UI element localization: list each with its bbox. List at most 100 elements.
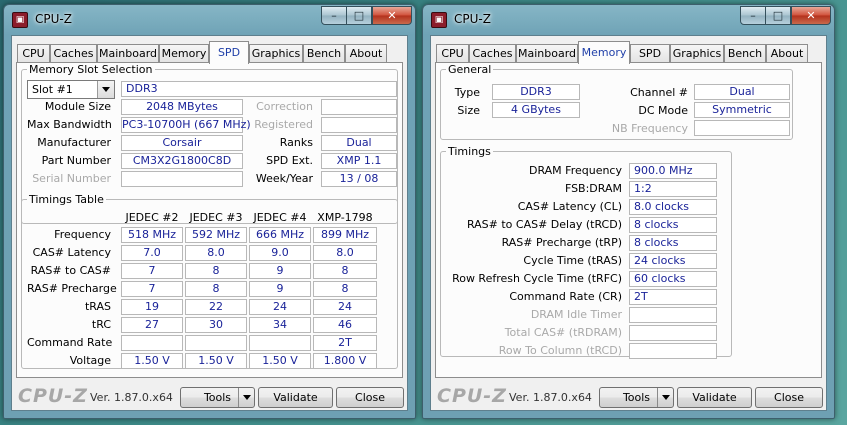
footer-bar: CPU-Z Ver. 1.87.0.x64 Tools Validate Clo… <box>12 382 409 412</box>
dc-mode-field: Symmetric <box>694 102 790 118</box>
group-title: General <box>448 63 492 76</box>
timing-value <box>629 307 717 323</box>
column-header: JEDEC #2 <box>125 211 179 224</box>
manufacturer-field: Corsair <box>121 135 243 151</box>
window-title: CPU-Z <box>454 12 491 26</box>
part-number-label: Part Number <box>41 154 111 167</box>
cpuz-icon[interactable]: ▣ <box>431 12 447 28</box>
part-number-field: CM3X2G1800C8D <box>121 153 243 169</box>
max-bandwidth-field: PC3-10700H (667 MHz) <box>121 117 251 133</box>
channel-field: Dual <box>694 84 790 100</box>
spd-panel: Memory Slot Selection Slot #1 DDR3 Modul… <box>16 62 403 378</box>
timing-value: 900.0 MHz <box>629 163 717 179</box>
tab-memory[interactable]: Memory <box>578 41 630 64</box>
timing-cell: 22 <box>185 299 247 315</box>
group-title: Timings Table <box>29 193 104 206</box>
timing-row-label: CAS# Latency <box>32 246 111 259</box>
version-label: Ver. 1.87.0.x64 <box>509 391 592 404</box>
timing-cell: 8 <box>313 281 377 297</box>
timing-row-label: RAS# Precharge <box>27 282 117 295</box>
timing-cell: 7.0 <box>121 245 183 261</box>
validate-button[interactable]: Validate <box>258 387 333 408</box>
tab-caches[interactable]: Caches <box>469 44 516 63</box>
close-window-button[interactable]: ✕ <box>791 6 831 25</box>
tab-spd[interactable]: SPD <box>209 41 249 64</box>
minimize-button[interactable]: – <box>740 6 766 25</box>
memory-panel: General Type DDR3 Channel # Dual Size 4 … <box>435 62 822 378</box>
timing-cell: 24 <box>249 299 311 315</box>
timing-label: Row Refresh Cycle Time (tRFC) <box>452 272 622 285</box>
size-field: 4 GBytes <box>492 102 580 118</box>
module-size-field: 2048 MBytes <box>121 99 243 115</box>
type-field: DDR3 <box>492 84 580 100</box>
timing-label: DRAM Frequency <box>528 164 622 177</box>
chevron-down-icon[interactable] <box>238 388 254 407</box>
title-bar[interactable]: ▣ CPU-Z – □ ✕ <box>4 5 415 33</box>
timing-value: 1:2 <box>629 181 717 197</box>
tab-about[interactable]: About <box>345 44 387 63</box>
window-title: CPU-Z <box>35 12 72 26</box>
timing-value: 2T <box>629 289 717 305</box>
column-header: XMP-1798 <box>317 211 373 224</box>
timing-cell: 27 <box>121 317 183 333</box>
timing-cell: 8 <box>313 263 377 279</box>
registered-field <box>321 117 397 133</box>
cpuz-logo: CPU-Z <box>18 385 88 407</box>
nb-frequency-field <box>694 120 790 136</box>
close-window-button[interactable]: ✕ <box>372 6 412 25</box>
tab-about[interactable]: About <box>766 44 808 63</box>
timing-cell: 899 MHz <box>313 227 377 243</box>
tab-caches[interactable]: Caches <box>50 44 97 63</box>
window-body: CPU Caches Mainboard Memory SPD Graphics… <box>11 35 408 411</box>
tab-bench[interactable]: Bench <box>303 44 345 63</box>
timing-cell: 9 <box>249 281 311 297</box>
timing-value <box>629 325 717 341</box>
timing-row-label: Voltage <box>69 354 111 367</box>
tab-mainboard[interactable]: Mainboard <box>97 44 159 63</box>
timing-cell: 46 <box>313 317 377 333</box>
tab-mainboard[interactable]: Mainboard <box>516 44 578 63</box>
week-year-field: 13 / 08 <box>321 171 397 187</box>
column-header: JEDEC #3 <box>189 211 243 224</box>
slot-select[interactable]: Slot #1 <box>27 80 115 99</box>
timing-cell: 34 <box>249 317 311 333</box>
ranks-field: Dual <box>321 135 397 151</box>
timing-cell <box>121 335 183 351</box>
module-size-label: Module Size <box>44 100 111 113</box>
tools-button[interactable]: Tools <box>599 387 674 408</box>
maximize-button[interactable]: □ <box>766 6 791 25</box>
tab-graphics[interactable]: Graphics <box>670 44 724 63</box>
chevron-down-icon[interactable] <box>97 81 114 98</box>
tab-memory[interactable]: Memory <box>159 44 209 63</box>
tab-cpu[interactable]: CPU <box>436 44 469 63</box>
correction-label: Correction <box>256 100 313 113</box>
timing-cell: 9 <box>249 263 311 279</box>
tab-graphics[interactable]: Graphics <box>249 44 303 63</box>
tab-bench[interactable]: Bench <box>724 44 766 63</box>
type-label: Type <box>454 86 480 99</box>
tools-button[interactable]: Tools <box>180 387 255 408</box>
timing-cell: 1.50 V <box>185 353 247 369</box>
chevron-down-icon[interactable] <box>657 388 673 407</box>
validate-button[interactable]: Validate <box>677 387 752 408</box>
close-button[interactable]: Close <box>755 387 823 408</box>
close-button[interactable]: Close <box>336 387 404 408</box>
maximize-button[interactable]: □ <box>347 6 372 25</box>
timing-row-label: RAS# to CAS# <box>30 264 111 277</box>
timing-label: Command Rate (CR) <box>509 290 622 303</box>
tab-cpu[interactable]: CPU <box>17 44 50 63</box>
tab-spd[interactable]: SPD <box>630 44 670 63</box>
minimize-button[interactable]: – <box>321 6 347 25</box>
timing-cell: 19 <box>121 299 183 315</box>
timing-label: Cycle Time (tRAS) <box>523 254 622 267</box>
window-body: CPU Caches Mainboard Memory SPD Graphics… <box>430 35 827 411</box>
title-bar[interactable]: ▣ CPU-Z – □ ✕ <box>423 5 834 33</box>
size-label: Size <box>457 104 480 117</box>
timing-cell: 592 MHz <box>185 227 247 243</box>
timing-label: CAS# Latency (CL) <box>517 200 622 213</box>
timing-cell: 8.0 <box>313 245 377 261</box>
cpuz-window-memory: ▣ CPU-Z – □ ✕ CPU Caches Mainboard Memor… <box>422 4 835 419</box>
timing-value: 8 clocks <box>629 235 717 251</box>
cpuz-icon[interactable]: ▣ <box>12 12 28 28</box>
timing-label: RAS# to CAS# Delay (tRCD) <box>466 218 622 231</box>
